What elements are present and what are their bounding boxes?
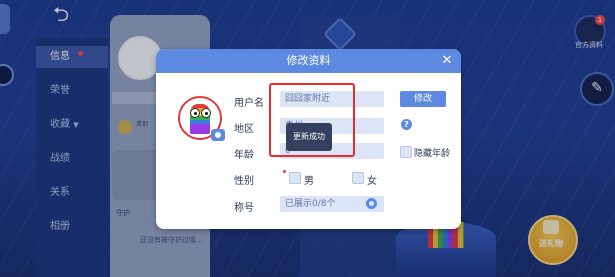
camera-icon[interactable]: [211, 129, 225, 141]
username-label: 用户名: [234, 98, 264, 109]
region-label: 地区: [234, 124, 254, 135]
close-icon[interactable]: ✕: [437, 51, 457, 71]
hide-age-label: 隐藏年龄: [414, 149, 451, 159]
avatar-eye-left: [190, 108, 200, 118]
gender-female-checkbox[interactable]: [352, 172, 364, 184]
edit-profile-dialog: 修改资料 ✕ 用户名 囧囧家附近 修改 地区 贵州 ? 年龄 0 隐藏年龄 性别…: [156, 49, 461, 229]
gender-male-checkbox[interactable]: [289, 172, 301, 184]
gender-female-label: 女: [367, 176, 377, 187]
highlight-box: [269, 83, 355, 157]
gear-icon[interactable]: [366, 198, 377, 209]
avatar-eye-right: [201, 108, 211, 118]
gender-label: 性别: [234, 176, 254, 187]
help-icon[interactable]: ?: [401, 119, 412, 130]
dialog-title: 修改资料: [286, 54, 331, 67]
gender-male-label: 男: [304, 176, 314, 187]
hide-age-checkbox[interactable]: [400, 146, 412, 158]
edit-username-button[interactable]: 修改: [400, 91, 446, 107]
required-dot: [283, 170, 286, 173]
title-label: 称号: [234, 203, 254, 214]
age-label: 年龄: [234, 150, 254, 161]
